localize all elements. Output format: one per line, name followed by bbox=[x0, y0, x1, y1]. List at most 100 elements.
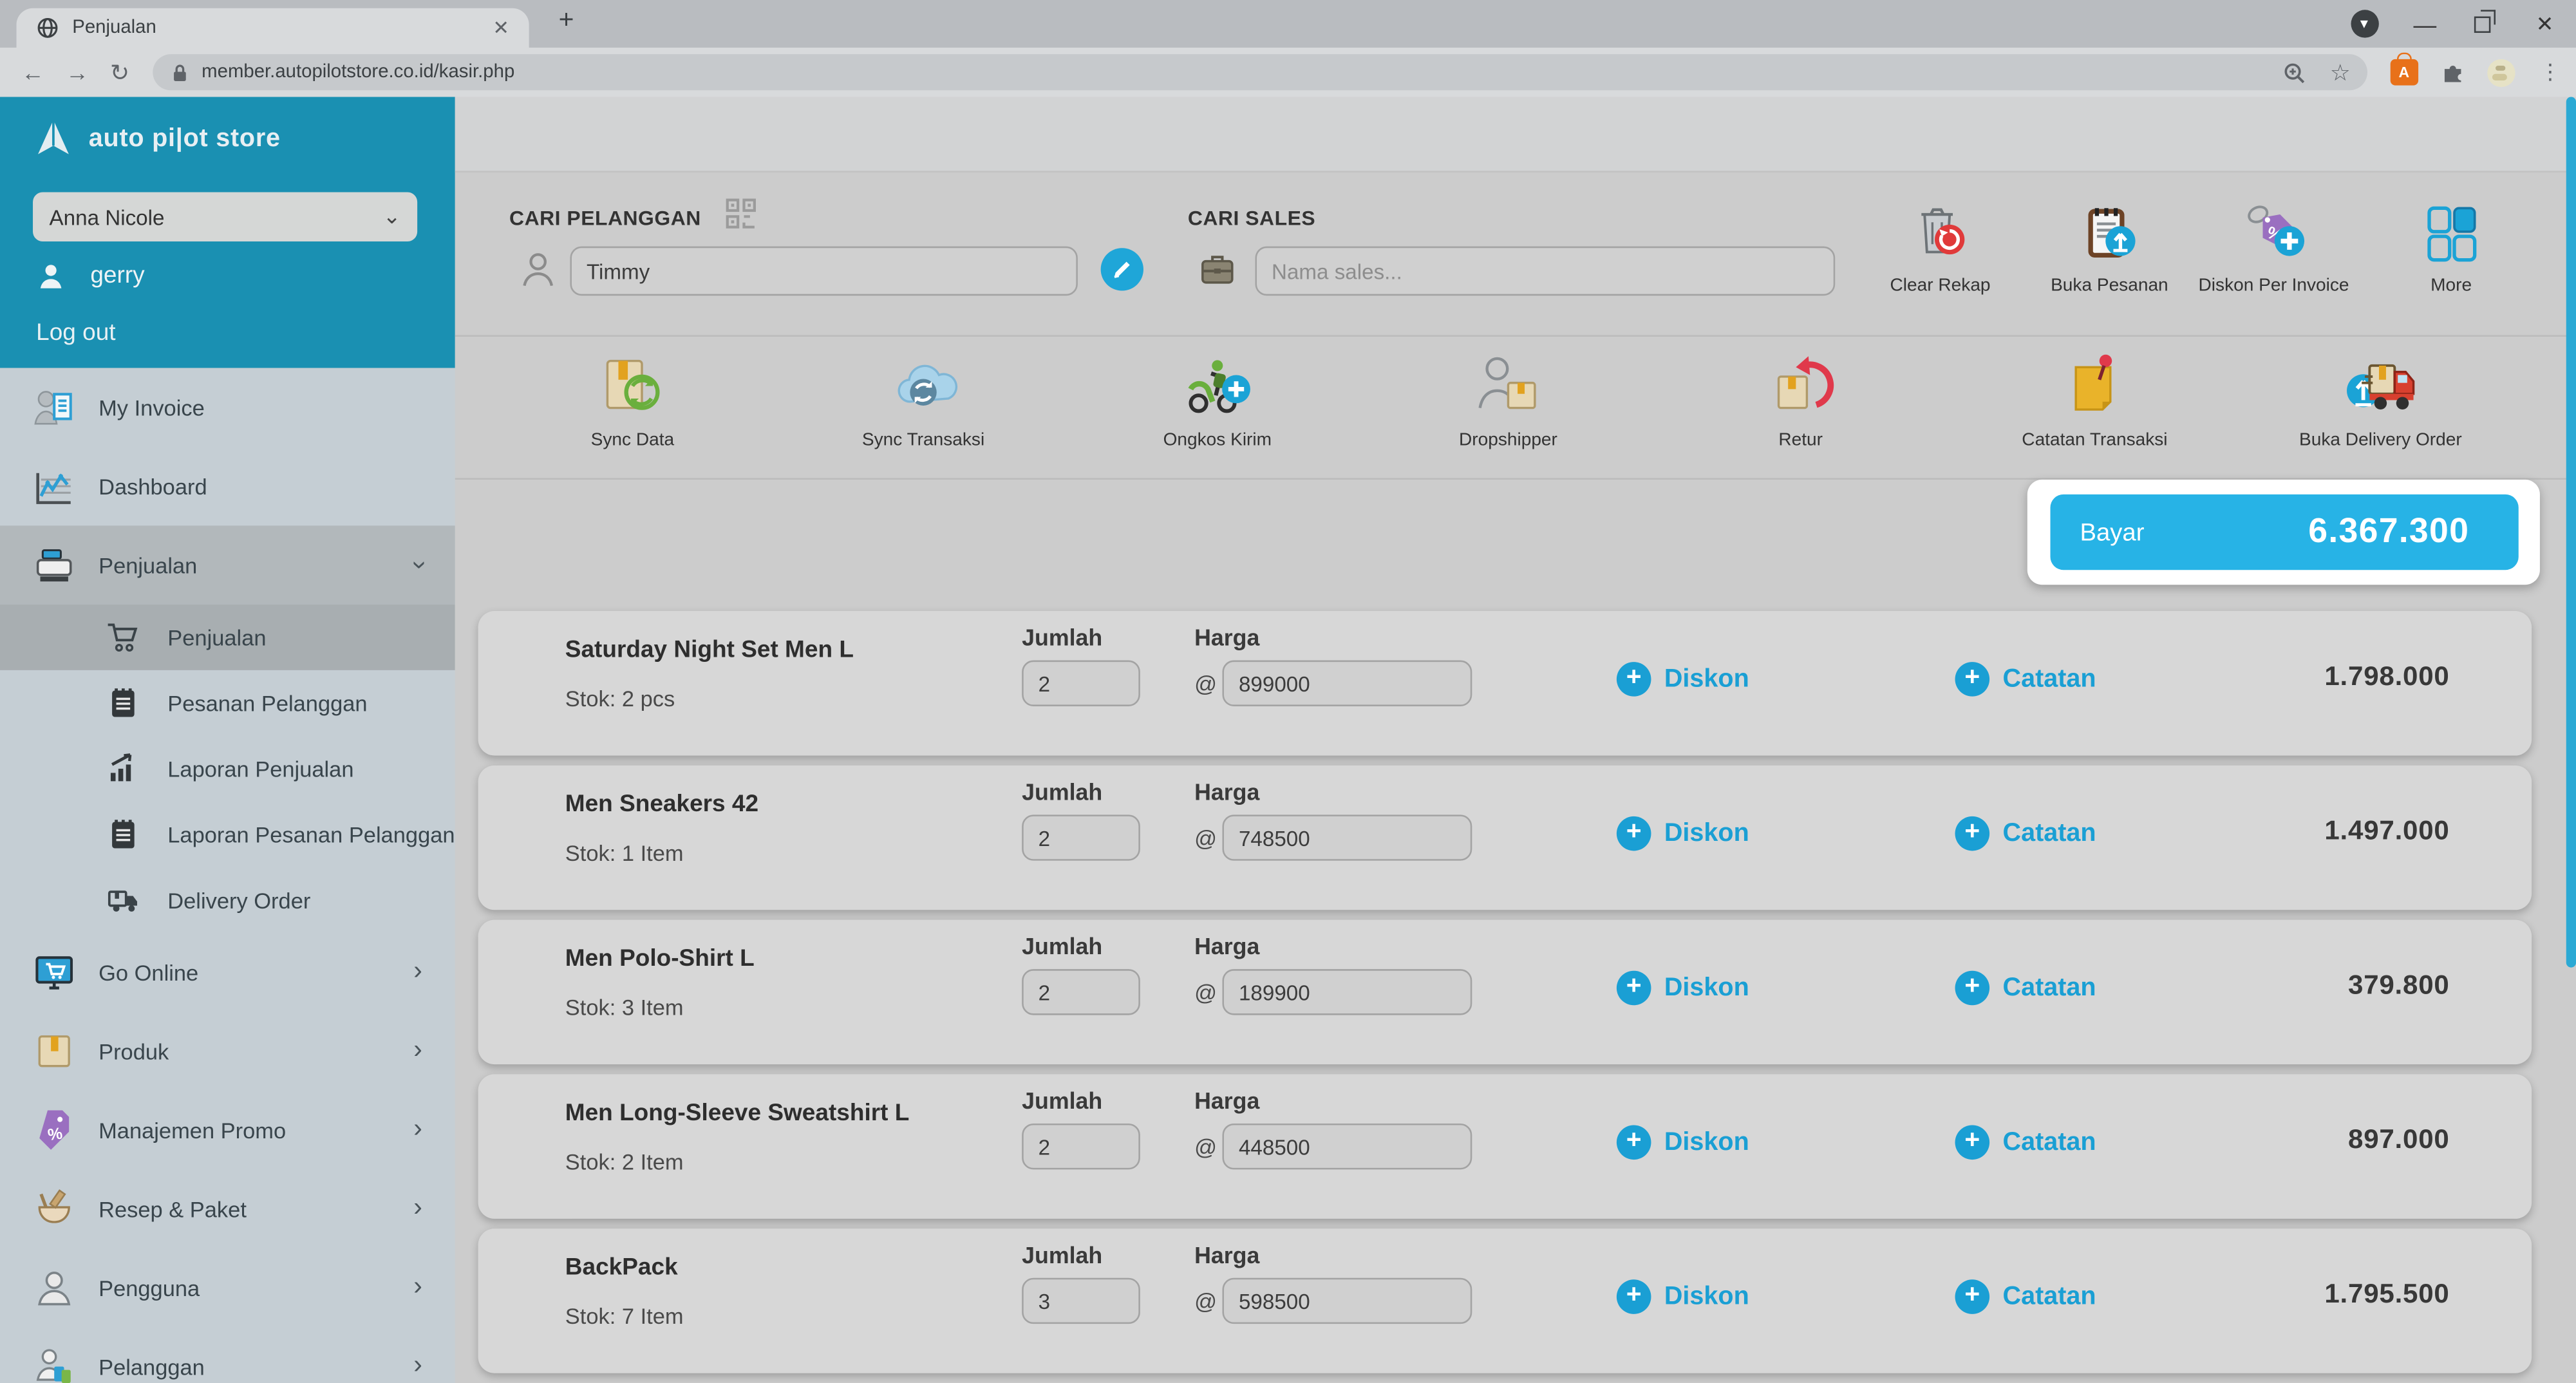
profile-avatar[interactable] bbox=[2487, 59, 2515, 86]
catatan-button[interactable]: + Catatan bbox=[1955, 662, 2096, 697]
sidebar-item-resep-paket[interactable]: Resep & Paket› bbox=[0, 1169, 455, 1248]
sidebar-item-produk[interactable]: Produk› bbox=[0, 1011, 455, 1090]
sidebar-item-label: Pengguna bbox=[99, 1275, 200, 1300]
ongkos-kirim-button[interactable]: Ongkos Kirim bbox=[1119, 352, 1316, 450]
sidebar-item-dashboard[interactable]: Dashboard bbox=[0, 447, 455, 525]
tag-icon bbox=[33, 1109, 75, 1151]
sync-transaksi-button[interactable]: Sync Transaksi bbox=[825, 352, 1022, 450]
jumlah-label: Jumlah bbox=[1022, 1242, 1102, 1268]
price-input[interactable] bbox=[1222, 969, 1472, 1015]
bayar-button[interactable]: Bayar 6.367.300 bbox=[2051, 494, 2519, 570]
more-icon bbox=[2413, 199, 2488, 268]
catatan-transaksi-button[interactable]: Catatan Transaksi bbox=[1996, 352, 2193, 450]
buka-pesanan-button[interactable]: Buka Pesanan bbox=[2031, 199, 2188, 296]
diskon-button[interactable]: + Diskon bbox=[1617, 816, 1749, 851]
brand-name: auto pi|ot store bbox=[89, 124, 281, 154]
sidebar-item-my-invoice[interactable]: My Invoice bbox=[0, 368, 455, 446]
cari-pelanggan-label: CARI PELANGGAN bbox=[509, 207, 701, 230]
retur-button[interactable]: Retur bbox=[1702, 352, 1899, 450]
chevron-down-icon: › bbox=[405, 561, 431, 570]
price-input[interactable] bbox=[1222, 1124, 1472, 1169]
catatan-button[interactable]: + Catatan bbox=[1955, 1279, 2096, 1314]
catatan-button[interactable]: + Catatan bbox=[1955, 816, 2096, 851]
browser-menu-icon[interactable]: ⋮ bbox=[2539, 59, 2561, 86]
sidebar-item-manajemen-promo[interactable]: Manajemen Promo› bbox=[0, 1091, 455, 1169]
extension-bag-icon[interactable]: A bbox=[2390, 59, 2418, 86]
sidebar-item-penjualan[interactable]: Penjualan bbox=[0, 605, 455, 670]
tab-close-icon[interactable]: ✕ bbox=[493, 17, 509, 40]
plus-icon: + bbox=[1955, 816, 1990, 851]
browser-tab[interactable]: Penjualan ✕ bbox=[17, 8, 529, 48]
qty-input[interactable] bbox=[1022, 1278, 1140, 1324]
more-button[interactable]: More bbox=[2373, 199, 2530, 296]
product-stock: Stok: 2 pcs bbox=[565, 686, 675, 711]
harga-label: Harga bbox=[1194, 1087, 1259, 1114]
sidebar-item-pelanggan[interactable]: Pelanggan› bbox=[0, 1327, 455, 1383]
harga-label: Harga bbox=[1194, 778, 1259, 805]
qty-input[interactable] bbox=[1022, 1124, 1140, 1169]
sync-data-button[interactable]: Sync Data bbox=[534, 352, 731, 450]
catatan-button[interactable]: + Catatan bbox=[1955, 1125, 2096, 1160]
media-controls-button[interactable]: ▼ bbox=[2340, 0, 2389, 48]
customer-search-input[interactable] bbox=[570, 247, 1077, 296]
catatan-label: Catatan bbox=[2003, 1282, 2096, 1312]
sidebar-item-laporan-pesanan-pelanggan[interactable]: Laporan Pesanan Pelanggan bbox=[0, 802, 455, 867]
jumlah-label: Jumlah bbox=[1022, 624, 1102, 650]
sidebar-item-go-online[interactable]: Go Online› bbox=[0, 933, 455, 1011]
store-select[interactable]: Anna Nicole ⌄ bbox=[33, 192, 417, 241]
window-restore-button[interactable] bbox=[2458, 0, 2507, 48]
new-tab-button[interactable]: + bbox=[559, 6, 574, 36]
back-icon[interactable]: ← bbox=[21, 59, 44, 86]
diskon-button[interactable]: + Diskon bbox=[1617, 1125, 1749, 1160]
forward-icon[interactable]: → bbox=[66, 59, 89, 86]
ongkos-kirim-icon bbox=[1178, 352, 1257, 420]
monitor-icon bbox=[33, 951, 75, 993]
zoom-icon[interactable] bbox=[2282, 60, 2307, 84]
price-input[interactable] bbox=[1222, 1278, 1472, 1324]
catatan-button[interactable]: + Catatan bbox=[1955, 971, 2096, 1006]
extensions-puzzle-icon[interactable] bbox=[2440, 59, 2466, 86]
buka-delivery-order-button[interactable]: Buka Delivery Order bbox=[2282, 352, 2479, 450]
sidebar-item-pesanan-pelanggan[interactable]: Pesanan Pelanggan bbox=[0, 670, 455, 736]
edit-customer-button[interactable] bbox=[1101, 248, 1143, 290]
sidebar-item-label: Penjualan bbox=[167, 625, 266, 650]
diskon-per-invoice-icon bbox=[2236, 199, 2311, 268]
window-close-button[interactable]: ✕ bbox=[2520, 0, 2570, 48]
username: gerry bbox=[90, 263, 144, 289]
window-minimize-button[interactable]: — bbox=[2400, 0, 2450, 48]
cart-row: Men Polo-Shirt L Stok: 3 Item Jumlah Har… bbox=[478, 920, 2532, 1064]
price-input[interactable] bbox=[1222, 814, 1472, 860]
tab-title: Penjualan bbox=[72, 18, 156, 38]
sidebar-item-label: Dashboard bbox=[99, 474, 207, 498]
clear-rekap-button[interactable]: Clear Rekap bbox=[1861, 199, 2019, 296]
dropshipper-button[interactable]: Dropshipper bbox=[1409, 352, 1606, 450]
diskon-button[interactable]: + Diskon bbox=[1617, 971, 1749, 1006]
diskon-button[interactable]: + Diskon bbox=[1617, 1279, 1749, 1314]
sidebar-item-label: Go Online bbox=[99, 960, 198, 984]
diskon-per-invoice-button[interactable]: Diskon Per Invoice bbox=[2195, 199, 2353, 296]
qr-scan-icon[interactable] bbox=[723, 196, 759, 232]
sidebar-item-delivery-order[interactable]: Delivery Order bbox=[0, 867, 455, 933]
at-sign: @ bbox=[1194, 981, 1217, 1005]
bayar-total: 6.367.300 bbox=[2308, 513, 2489, 552]
diskon-button[interactable]: + Diskon bbox=[1617, 662, 1749, 697]
bookmark-star-icon[interactable]: ☆ bbox=[2330, 59, 2351, 86]
sidebar-item-pengguna[interactable]: Pengguna› bbox=[0, 1248, 455, 1327]
reload-icon[interactable]: ↻ bbox=[110, 59, 129, 86]
sales-search-input[interactable] bbox=[1255, 247, 1835, 296]
quick-actions-row: Sync Data Sync Transaksi Ongkos Kirim Dr… bbox=[455, 337, 2576, 480]
price-input[interactable] bbox=[1222, 661, 1472, 706]
qty-input[interactable] bbox=[1022, 969, 1140, 1015]
page-scrollbar[interactable] bbox=[2566, 97, 2576, 968]
sidebar-item-penjualan[interactable]: Penjualan› bbox=[0, 525, 455, 604]
chevron-right-icon: › bbox=[413, 1117, 422, 1143]
qty-input[interactable] bbox=[1022, 661, 1140, 706]
action-caption: Diskon Per Invoice bbox=[2199, 276, 2349, 296]
sidebar-item-laporan-penjualan[interactable]: Laporan Penjualan bbox=[0, 736, 455, 802]
cart-list: Saturday Night Set Men L Stok: 2 pcs Jum… bbox=[478, 611, 2532, 1383]
qty-input[interactable] bbox=[1022, 814, 1140, 860]
logout-link[interactable]: Log out bbox=[36, 320, 115, 346]
product-name: Saturday Night Set Men L bbox=[565, 637, 854, 664]
notepad-icon bbox=[105, 816, 141, 852]
address-bar[interactable]: member.autopilotstore.co.id/kasir.php ☆ bbox=[153, 54, 2367, 90]
